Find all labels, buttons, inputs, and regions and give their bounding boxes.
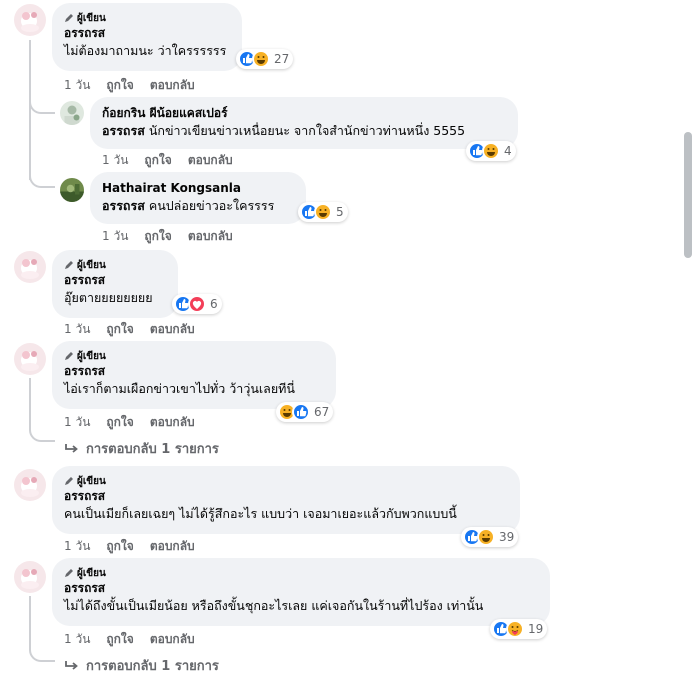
comment-bubble: ก้อยกริน ผีน้อยแคสเปอร์ อรรถรส นักข่าวเข…	[90, 97, 518, 149]
comment-text: ไอ่เราก็ตามเผือกข่าวเขาไปทั่ว ว้าวุ่นเลย…	[64, 381, 295, 396]
comment-actions: 1 วัน ถูกใจ ตอบกลับ	[64, 537, 211, 556]
reaction-summary[interactable]: 6	[172, 294, 222, 314]
reaction-count: 6	[210, 297, 218, 311]
reaction-count: 67	[314, 405, 330, 419]
reaction-summary[interactable]: 4	[466, 141, 516, 161]
like-button[interactable]: ถูกใจ	[106, 413, 133, 432]
pencil-icon	[65, 352, 73, 360]
view-replies-link[interactable]: การตอบกลับ 1 รายการ	[64, 438, 219, 459]
comment-bubble: ผู้เขียน อรรถรส ไอ่เราก็ตามเผือกข่าวเขาไ…	[52, 341, 336, 409]
comment-text: อุ๊ยตายยยยยยยย	[64, 290, 153, 305]
avatar[interactable]	[14, 251, 46, 283]
author-badge: ผู้เขียน	[64, 11, 230, 25]
reply-button[interactable]: ตอบกลับ	[188, 227, 233, 246]
reply-arrow-icon	[65, 443, 78, 453]
reaction-count: 5	[336, 205, 344, 219]
comment-timestamp[interactable]: 1 วัน	[64, 76, 90, 95]
pencil-icon	[65, 477, 73, 485]
reply-button[interactable]: ตอบกลับ	[150, 630, 195, 649]
comment-timestamp[interactable]: 1 วัน	[64, 413, 90, 432]
reaction-summary[interactable]: 67	[276, 402, 334, 422]
thread-curve	[29, 100, 55, 114]
comment-actions: 1 วัน ถูกใจ ตอบกลับ	[64, 320, 211, 339]
reaction-count: 39	[499, 530, 515, 544]
pencil-icon	[65, 14, 73, 22]
comment-timestamp[interactable]: 1 วัน	[64, 630, 90, 649]
reply-button[interactable]: ตอบกลับ	[150, 320, 195, 339]
reaction-summary[interactable]: 27	[236, 49, 294, 69]
avatar[interactable]	[60, 101, 84, 125]
scrollbar-thumb[interactable]	[684, 132, 692, 258]
mention-link[interactable]: อรรถรส	[102, 198, 145, 213]
comment-timestamp[interactable]: 1 วัน	[102, 227, 128, 246]
comment-author[interactable]: อรรถรส	[64, 272, 166, 289]
reply-arrow-icon	[65, 660, 78, 670]
comment-author[interactable]: อรรถรส	[64, 363, 324, 380]
pencil-icon	[65, 569, 73, 577]
like-button[interactable]: ถูกใจ	[106, 630, 133, 649]
avatar[interactable]	[14, 343, 46, 375]
comment-author[interactable]: อรรถรส	[64, 25, 230, 42]
comment-bubble: ผู้เขียน อรรถรส คนเป็นเมียก็เลยเฉยๆ ไม่ไ…	[52, 466, 520, 534]
pencil-icon	[65, 261, 73, 269]
haha-reaction-icon	[314, 203, 332, 221]
author-badge: ผู้เขียน	[64, 566, 538, 580]
author-badge: ผู้เขียน	[64, 349, 324, 363]
comment-bubble: Hathairat Kongsanla อรรถรส คนปล่อยข่าวอะ…	[90, 172, 306, 224]
reply-button[interactable]: ตอบกลับ	[150, 76, 195, 95]
comment-text: ไม่ได้ถึงขั้นเป็นเมียน้อย หรือถึงขั้นชุก…	[64, 598, 484, 613]
avatar[interactable]	[14, 469, 46, 501]
comment-bubble: ผู้เขียน อรรถรส อุ๊ยตายยยยยยยย	[52, 250, 178, 318]
comment-actions: 1 วัน ถูกใจ ตอบกลับ	[64, 630, 211, 649]
haha-reaction-icon	[482, 142, 500, 160]
comment-text: อรรถรส คนปล่อยข่าวอะใครรรร	[102, 198, 275, 213]
reaction-count: 19	[528, 622, 544, 636]
comment-author[interactable]: อรรถรส	[64, 580, 538, 597]
reaction-summary[interactable]: 5	[298, 202, 348, 222]
avatar[interactable]	[14, 561, 46, 593]
comment-timestamp[interactable]: 1 วัน	[64, 320, 90, 339]
reply-button[interactable]: ตอบกลับ	[150, 537, 195, 556]
mention-link[interactable]: อรรถรส	[102, 123, 145, 138]
comment-actions: 1 วัน ถูกใจ ตอบกลับ	[64, 76, 211, 95]
haha-reaction-icon	[477, 528, 495, 546]
author-badge: ผู้เขียน	[64, 474, 508, 488]
comment-text: คนเป็นเมียก็เลยเฉยๆ ไม่ได้รู้สึกอะไร แบบ…	[64, 506, 457, 521]
like-button[interactable]: ถูกใจ	[106, 76, 133, 95]
comment-text: ไม่ต้องมาถามนะ ว่าใครรรรรร	[64, 43, 227, 58]
reply-button[interactable]: ตอบกลับ	[188, 151, 233, 170]
like-button[interactable]: ถูกใจ	[144, 151, 171, 170]
haha-reaction-icon	[252, 50, 270, 68]
like-reaction-icon	[292, 403, 310, 421]
avatar[interactable]	[14, 4, 46, 36]
comment-actions: 1 วัน ถูกใจ ตอบกลับ	[102, 227, 249, 246]
comment-text: อรรถรส นักข่าวเขียนข่าวเหนื่อยนะ จากใจสำ…	[102, 123, 466, 138]
reaction-summary[interactable]: 39	[461, 527, 519, 547]
reply-button[interactable]: ตอบกลับ	[150, 413, 195, 432]
comment-bubble: ผู้เขียน อรรถรส ไม่ต้องมาถามนะ ว่าใครรรร…	[52, 3, 242, 71]
thread-curve	[29, 170, 55, 188]
avatar[interactable]	[60, 178, 84, 202]
like-button[interactable]: ถูกใจ	[106, 320, 133, 339]
comment-actions: 1 วัน ถูกใจ ตอบกลับ	[64, 413, 211, 432]
view-replies-link[interactable]: การตอบกลับ 1 รายการ	[64, 655, 219, 676]
author-badge: ผู้เขียน	[64, 258, 166, 272]
reaction-summary[interactable]: 19	[490, 619, 548, 639]
love-reaction-icon	[188, 295, 206, 313]
comment-timestamp[interactable]: 1 วัน	[102, 151, 128, 170]
comment-author[interactable]: ก้อยกริน ผีน้อยแคสเปอร์	[102, 105, 506, 122]
care-reaction-icon	[506, 620, 524, 638]
comment-author[interactable]: Hathairat Kongsanla	[102, 180, 294, 197]
comment-bubble: ผู้เขียน อรรถรส ไม่ได้ถึงขั้นเป็นเมียน้อ…	[52, 558, 550, 626]
like-button[interactable]: ถูกใจ	[106, 537, 133, 556]
reaction-count: 4	[504, 144, 512, 158]
reaction-count: 27	[274, 52, 290, 66]
comment-actions: 1 วัน ถูกใจ ตอบกลับ	[102, 151, 249, 170]
comment-timestamp[interactable]: 1 วัน	[64, 537, 90, 556]
like-button[interactable]: ถูกใจ	[144, 227, 171, 246]
comment-author[interactable]: อรรถรส	[64, 488, 508, 505]
